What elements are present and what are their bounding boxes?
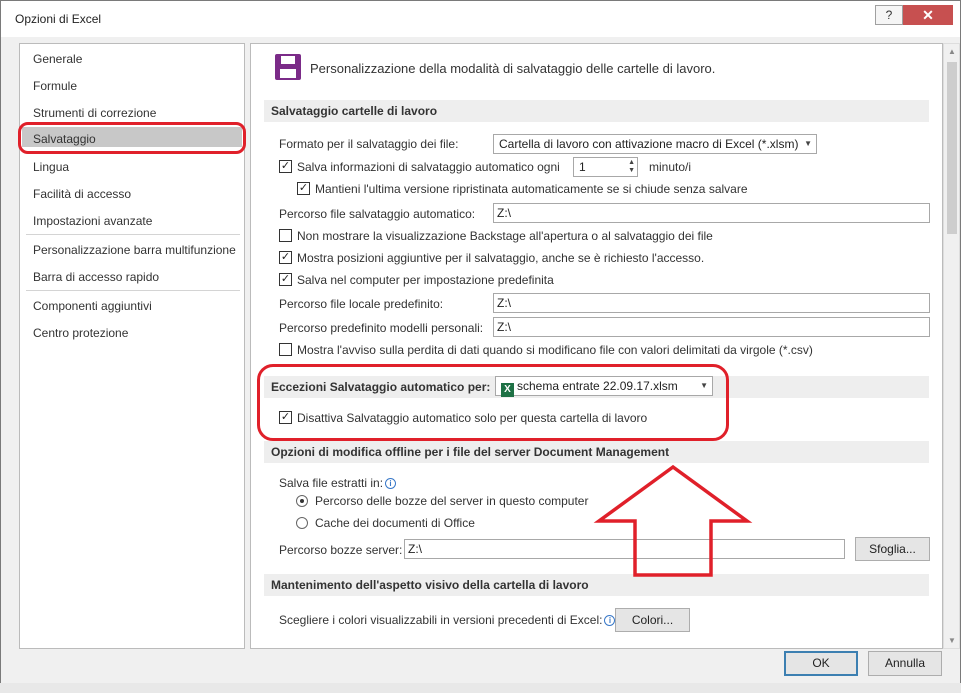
format-label: Formato per il salvataggio dei file:: [279, 137, 459, 151]
page-heading: Personalizzazione della modalità di salv…: [310, 61, 716, 76]
annotation-arrow-up-icon: [593, 464, 753, 577]
background-strip: [0, 683, 961, 693]
keep-last-version-checkbox[interactable]: ✓: [297, 182, 310, 195]
local-path-label: Percorso file locale predefinito:: [279, 297, 444, 311]
scroll-down-icon[interactable]: ▼: [948, 636, 956, 645]
dialog-title: Opzioni di Excel: [15, 12, 102, 26]
info-icon: i: [385, 478, 397, 489]
annotation-highlight-eccezioni: [257, 364, 729, 441]
autorecover-checkbox[interactable]: ✓: [279, 160, 292, 173]
info-icon: i: [604, 615, 616, 626]
section-header-offline: Opzioni di modifica offline per i file d…: [264, 441, 929, 463]
colors-button[interactable]: Colori...: [615, 608, 690, 632]
browse-button[interactable]: Sfoglia...: [855, 537, 930, 561]
sidebar-item-centro-protezione[interactable]: Centro protezione: [33, 326, 128, 340]
sidebar-item-componenti-aggiuntivi[interactable]: Componenti aggiuntivi: [33, 299, 152, 313]
close-button[interactable]: ✕: [903, 5, 953, 25]
office-cache-radio[interactable]: [296, 517, 308, 529]
save-checked-out-text: Salva file estratti in:: [279, 476, 384, 490]
save-to-computer-checkbox[interactable]: ✓: [279, 273, 292, 286]
chevron-up-icon[interactable]: ▲: [628, 159, 635, 166]
autorecover-minutes-stepper[interactable]: 1 ▲ ▼: [573, 157, 638, 177]
title-bar: Opzioni di Excel ? ✕: [1, 1, 960, 37]
csv-warning-label: Mostra l'avviso sulla perdita di dati qu…: [297, 343, 813, 357]
annotation-highlight-salvataggio: [18, 122, 246, 154]
save-checked-out-label: Salva file estratti in: i: [279, 476, 397, 490]
keep-last-version-label: Mantieni l'ultima versione ripristinata …: [315, 182, 748, 196]
templates-path-label: Percorso predefinito modelli personali:: [279, 321, 484, 335]
sidebar-item-facilita-accesso[interactable]: Facilità di accesso: [33, 187, 131, 201]
sidebar-separator: [26, 234, 240, 235]
format-select[interactable]: Cartella di lavoro con attivazione macro…: [493, 134, 817, 154]
chevron-down-icon[interactable]: ▼: [628, 167, 635, 174]
no-backstage-label: Non mostrare la visualizzazione Backstag…: [297, 229, 713, 243]
drafts-path-label: Percorso bozze server:: [279, 543, 403, 557]
autorecover-path-input[interactable]: Z:\: [493, 203, 930, 223]
cancel-button[interactable]: Annulla: [868, 651, 942, 676]
scroll-up-icon[interactable]: ▲: [948, 47, 956, 56]
sidebar-item-barra-multifunzione[interactable]: Personalizzazione barra multifunzione: [33, 243, 236, 257]
autorecover-label: Salva informazioni di salvataggio automa…: [297, 160, 560, 174]
format-select-value: Cartella di lavoro con attivazione macro…: [499, 137, 799, 151]
sidebar-item-impostazioni-avanzate[interactable]: Impostazioni avanzate: [33, 214, 152, 228]
show-more-places-label: Mostra posizioni aggiuntive per il salva…: [297, 251, 705, 265]
save-to-computer-label: Salva nel computer per impostazione pred…: [297, 273, 554, 287]
scrollbar-thumb[interactable]: [947, 62, 957, 234]
show-more-places-checkbox[interactable]: ✓: [279, 251, 292, 264]
autorecover-path-label: Percorso file salvataggio automatico:: [279, 207, 476, 221]
server-drafts-label: Percorso delle bozze del server in quest…: [315, 494, 589, 508]
sidebar-separator: [26, 290, 240, 291]
colors-label-text: Scegliere i colori visualizzabili in ver…: [279, 613, 603, 627]
autorecover-unit: minuto/i: [649, 160, 692, 174]
main-panel-scrollbar[interactable]: ▲ ▼: [943, 43, 960, 649]
excel-options-dialog: Opzioni di Excel ? ✕ Generale Formule St…: [0, 0, 961, 693]
help-button[interactable]: ?: [875, 5, 903, 25]
server-drafts-radio[interactable]: [296, 495, 308, 507]
csv-warning-checkbox[interactable]: [279, 343, 292, 356]
colors-label: Scegliere i colori visualizzabili in ver…: [279, 613, 616, 627]
sidebar-item-barra-accesso-rapido[interactable]: Barra di accesso rapido: [33, 270, 159, 284]
local-path-input[interactable]: Z:\: [493, 293, 930, 313]
sidebar-item-generale[interactable]: Generale: [33, 52, 82, 66]
chevron-down-icon: ▼: [804, 139, 812, 148]
ok-button[interactable]: OK: [784, 651, 858, 676]
no-backstage-checkbox[interactable]: [279, 229, 292, 242]
sidebar-item-formule[interactable]: Formule: [33, 79, 77, 93]
office-cache-label: Cache dei documenti di Office: [315, 516, 475, 530]
autorecover-minutes-value: 1: [579, 160, 586, 174]
templates-path-input[interactable]: Z:\: [493, 317, 930, 337]
section-header-salvataggio: Salvataggio cartelle di lavoro: [264, 100, 929, 122]
save-icon: [275, 54, 301, 80]
sidebar-item-strumenti-correzione[interactable]: Strumenti di correzione: [33, 106, 156, 120]
sidebar-item-lingua[interactable]: Lingua: [33, 160, 69, 174]
